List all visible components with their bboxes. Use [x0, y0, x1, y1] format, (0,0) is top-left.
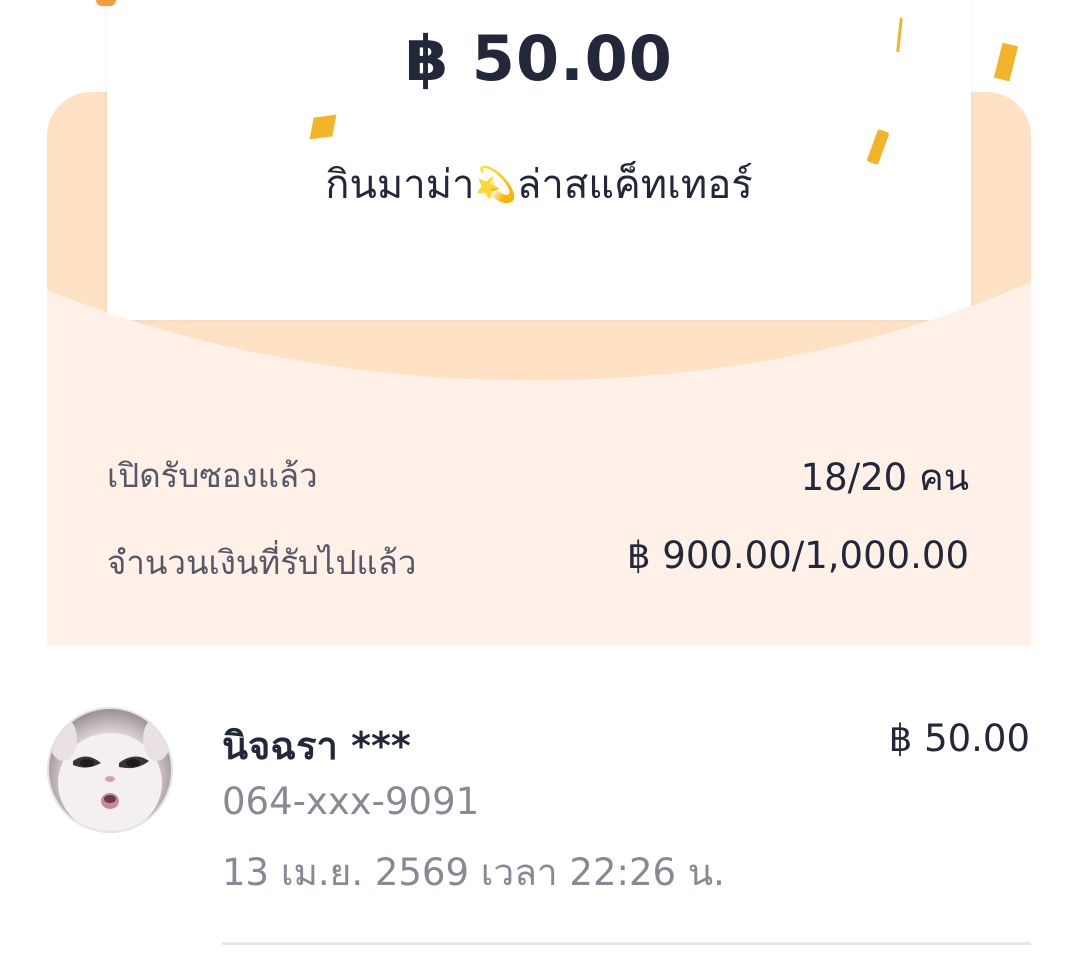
opened-count-label: เปิดรับซองแล้ว: [107, 456, 318, 495]
recipient-phone: 064-xxx-9091: [222, 780, 480, 823]
confetti-piece: [96, 0, 116, 6]
avatar: [47, 707, 173, 833]
list-divider: [222, 942, 1031, 945]
red-packet-message: กินมาม่า💫ล่าสแค็ทเทอร์: [107, 152, 971, 216]
dizzy-star-icon: 💫: [474, 165, 517, 205]
message-text-before: กินมาม่า: [325, 162, 475, 208]
confetti-piece: [309, 114, 337, 140]
recipient-amount: ฿ 50.00: [888, 717, 1030, 760]
recipient-name: นิจฉรา ***: [222, 724, 411, 768]
opened-count-value: 18/20 คน: [800, 456, 969, 499]
confetti-piece: [993, 42, 1019, 82]
message-text-after: ล่าสแค็ทเทอร์: [516, 162, 753, 208]
bunny-avatar-image: [49, 717, 171, 831]
received-amount-label: จำนวนเงินที่รับไปแล้ว: [107, 543, 417, 582]
received-amount-value: ฿ 900.00/1,000.00: [627, 534, 969, 577]
recipient-timestamp: 13 เม.ย. 2569 เวลา 22:26 น.: [222, 851, 725, 894]
red-packet-amount: ฿ 50.00: [405, 22, 673, 95]
red-packet-detail-screen: ฿ 50.00 กินมาม่า💫ล่าสแค็ทเทอร์ เปิดรับซอ…: [0, 0, 1079, 953]
